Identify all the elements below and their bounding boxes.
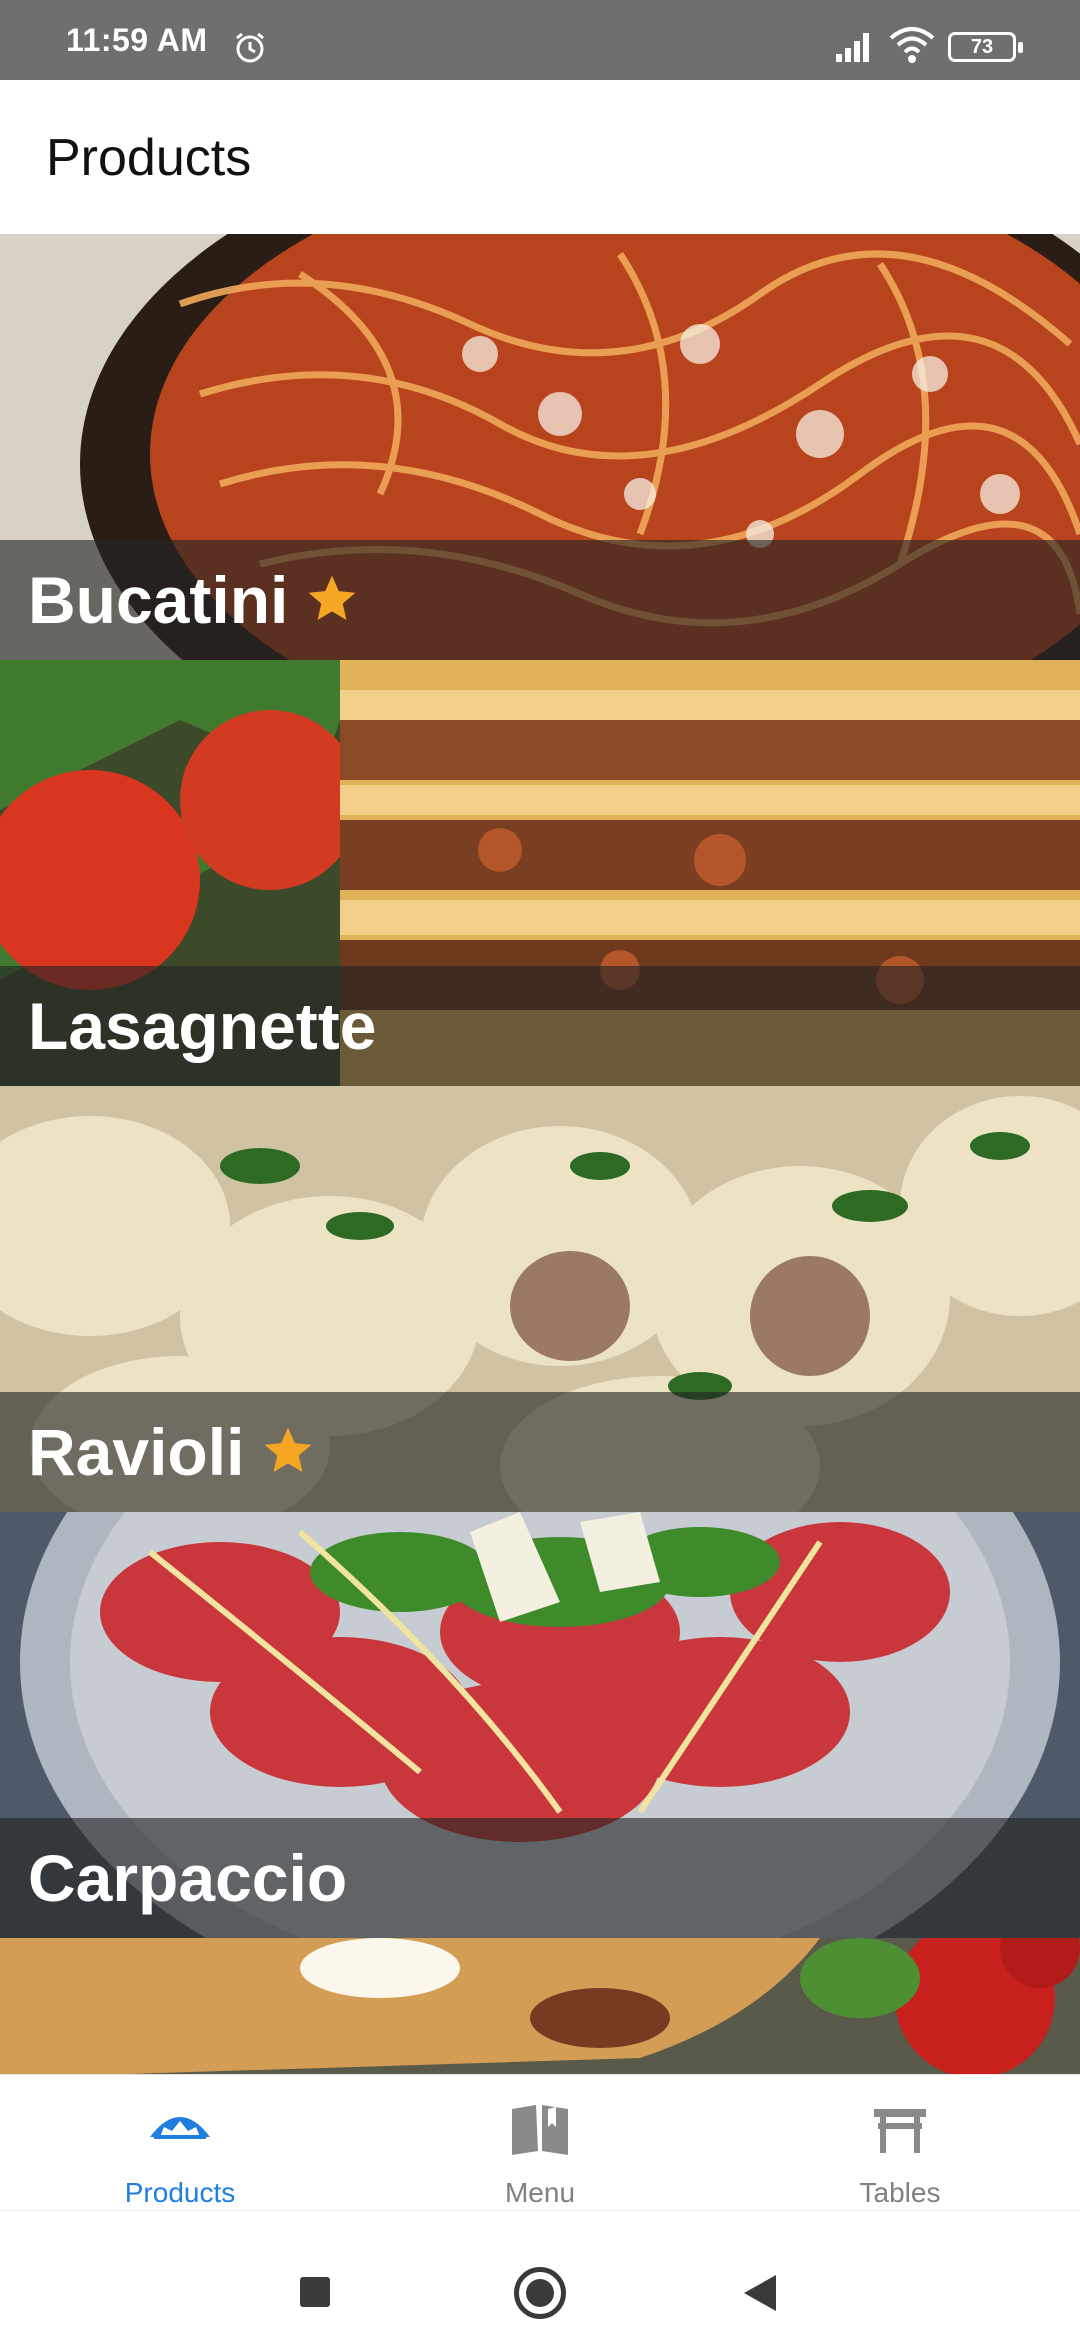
product-card-ravioli[interactable]: Ravioli: [0, 1086, 1080, 1512]
alarm-icon: [236, 32, 264, 63]
battery-level: 73: [970, 36, 994, 58]
status-time: 11:59 AM: [66, 22, 208, 58]
product-list[interactable]: Bucatini Lasagnette Ravioli Carpaccio: [0, 234, 1080, 2074]
battery-icon: 73: [948, 32, 1023, 62]
product-caption: Carpaccio: [0, 1818, 1080, 1938]
product-caption: Lasagnette: [0, 966, 1080, 1086]
product-card-partial[interactable]: [0, 1938, 1080, 2074]
product-name: Ravioli: [28, 1414, 316, 1490]
product-name: Lasagnette: [28, 989, 377, 1063]
recents-icon[interactable]: [300, 2277, 330, 2307]
product-name: Carpaccio: [28, 1841, 348, 1915]
products-icon: [150, 2117, 210, 2139]
nav-label: Products: [124, 2177, 236, 2208]
product-caption: Ravioli: [0, 1392, 1080, 1512]
book-icon: [512, 2105, 568, 2155]
bottom-nav: Products Menu Tables: [0, 2074, 1080, 2210]
star-icon: [265, 1427, 312, 1472]
nav-products[interactable]: Products: [0, 2075, 360, 2211]
page-title: Products: [46, 129, 252, 187]
nav-label: Menu: [504, 2177, 576, 2208]
product-name: Bucatini: [28, 562, 360, 638]
signal-icon: [836, 33, 869, 62]
product-card-carpaccio[interactable]: Carpaccio: [0, 1512, 1080, 1938]
product-card-lasagnette[interactable]: Lasagnette: [0, 660, 1080, 1086]
home-icon[interactable]: [514, 2267, 566, 2319]
nav-tables[interactable]: Tables: [720, 2075, 1080, 2211]
calzone-image: [0, 1938, 1080, 2074]
system-nav-bar: [0, 2210, 1080, 2340]
app-bar: Products: [0, 80, 1080, 234]
table-icon: [874, 2109, 926, 2153]
nav-label: Tables: [859, 2177, 941, 2208]
back-icon[interactable]: [744, 2275, 776, 2311]
product-card-bucatini[interactable]: Bucatini: [0, 234, 1080, 660]
wifi-icon: [889, 27, 935, 63]
star-icon: [309, 575, 356, 620]
product-caption: Bucatini: [0, 540, 1080, 660]
status-bar: 11:59 AM 73: [0, 0, 1080, 80]
nav-menu[interactable]: Menu: [360, 2075, 720, 2211]
